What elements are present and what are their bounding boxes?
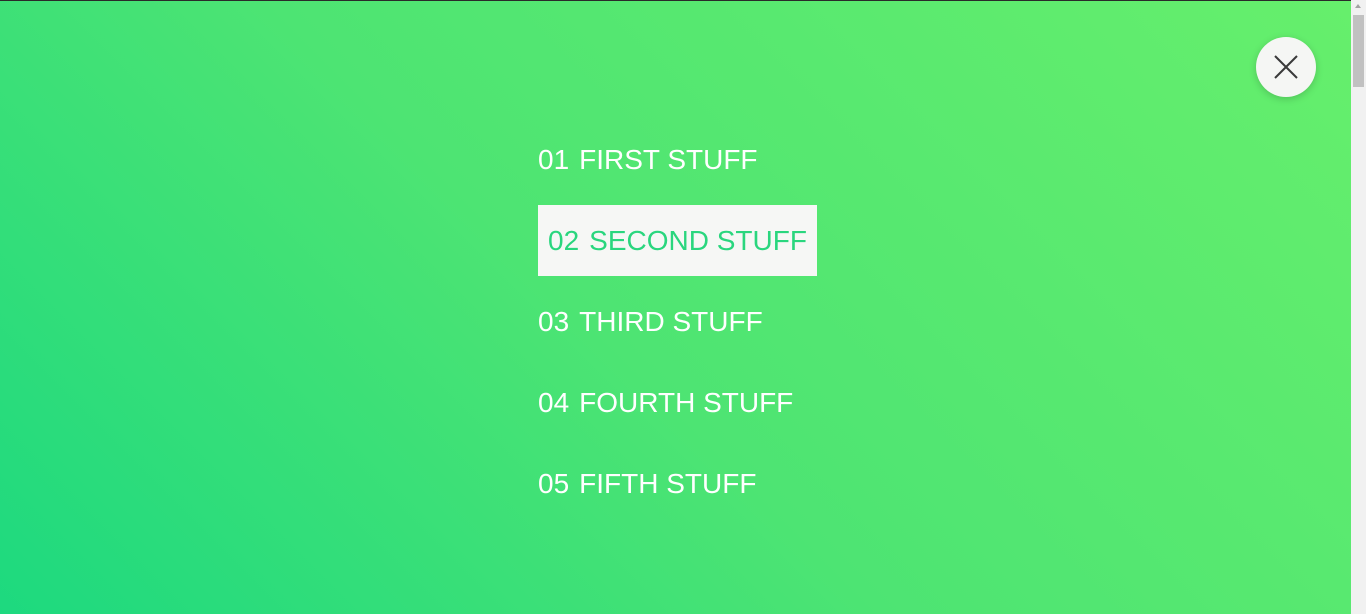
- menu-link[interactable]: 01 FIRST STUFF: [538, 124, 817, 195]
- vertical-scrollbar[interactable]: [1351, 0, 1366, 614]
- menu-item-number: 04: [538, 387, 570, 418]
- scroll-thumb[interactable]: [1353, 15, 1364, 87]
- menu-item-number: 03: [538, 306, 570, 337]
- menu-item-label: FIFTH STUFF: [579, 468, 757, 499]
- menu-link[interactable]: 03 THIRD STUFF: [538, 286, 817, 357]
- nav-menu: 01 FIRST STUFF 02 SECOND STUFF 03 THIRD STU…: [538, 124, 817, 529]
- menu-item-number: 01: [538, 144, 570, 175]
- menu-item-number: 02: [548, 225, 580, 256]
- menu-item-label: SECOND STUFF: [589, 225, 807, 256]
- menu-item-first[interactable]: 01 FIRST STUFF: [538, 124, 817, 195]
- close-button[interactable]: [1256, 37, 1316, 97]
- menu-item-second[interactable]: 02 SECOND STUFF: [538, 205, 817, 286]
- menu-item-fourth[interactable]: 04 FOURTH STUFF: [538, 367, 817, 438]
- menu-item-label: THIRD STUFF: [579, 306, 763, 337]
- menu-item-third[interactable]: 03 THIRD STUFF: [538, 286, 817, 357]
- menu-item-fifth[interactable]: 05 FIFTH STUFF: [538, 448, 817, 519]
- close-icon: [1273, 54, 1299, 80]
- menu-item-label: FOURTH STUFF: [579, 387, 794, 418]
- scroll-up-arrow-icon[interactable]: [1355, 4, 1361, 8]
- page: 01 FIRST STUFF 02 SECOND STUFF 03 THIRD STU…: [0, 0, 1366, 614]
- menu-item-number: 05: [538, 468, 570, 499]
- menu-link[interactable]: 05 FIFTH STUFF: [538, 448, 817, 519]
- menu-link-active[interactable]: 02 SECOND STUFF: [538, 205, 817, 276]
- menu-link[interactable]: 04 FOURTH STUFF: [538, 367, 817, 438]
- menu-item-label: FIRST STUFF: [579, 144, 758, 175]
- menu-overlay: 01 FIRST STUFF 02 SECOND STUFF 03 THIRD STU…: [0, 0, 1351, 614]
